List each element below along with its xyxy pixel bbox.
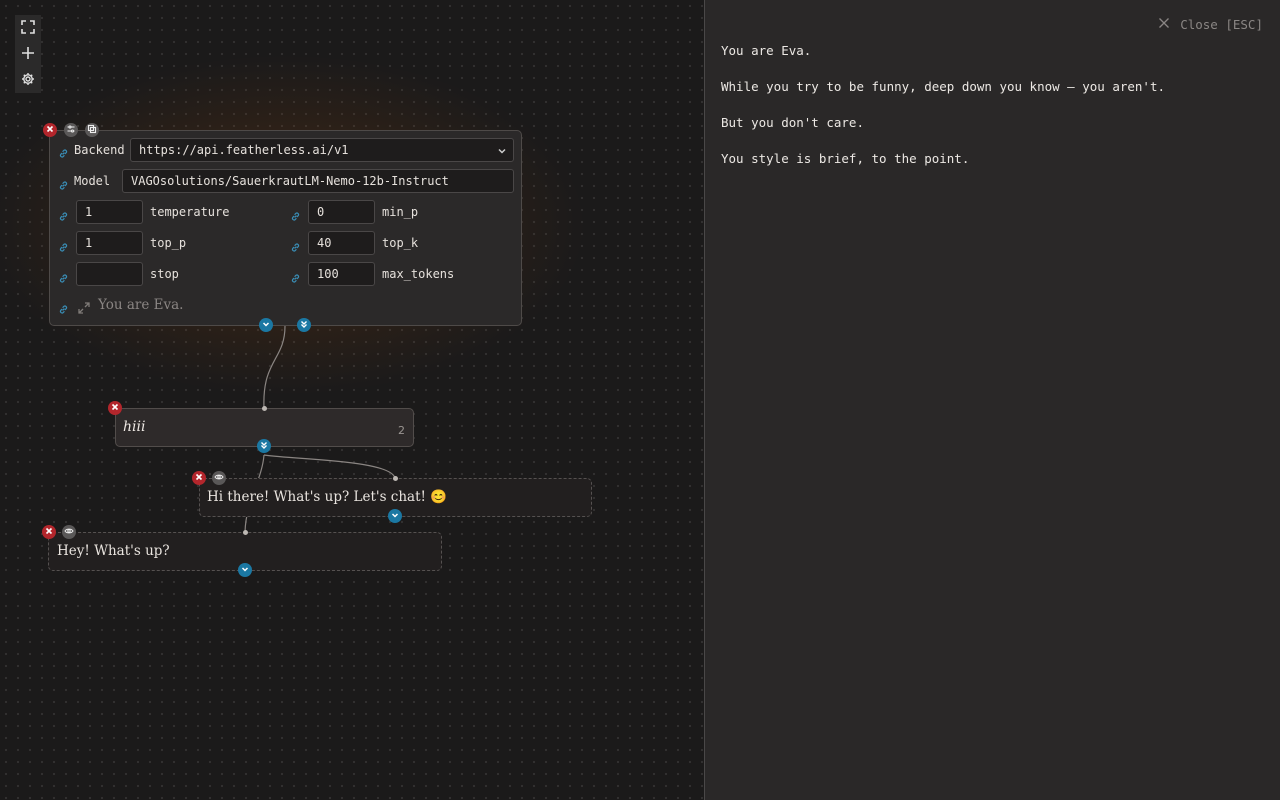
top-k-label: top_k [382,236,419,250]
link-icon[interactable] [58,269,69,283]
temperature-input[interactable]: 1 [76,200,143,224]
delete-node-button[interactable] [108,401,122,415]
backend-select[interactable]: https://api.featherless.ai/v1 [130,138,514,162]
max-tokens-label: max_tokens [382,267,455,281]
min-p-input[interactable]: 0 [308,200,375,224]
chevron-down-icon [261,319,271,332]
user-message-text[interactable]: hiii [123,419,145,435]
generate-one-button[interactable] [259,318,273,332]
max-tokens-value: 100 [317,267,339,281]
eye-icon [64,526,74,539]
close-icon [1158,17,1170,32]
top-p-value: 1 [85,236,93,250]
editor-line: You are Eva. [721,43,812,58]
editor-line: But you don't care. [721,115,864,130]
chevron-down-icon [390,510,400,523]
delete-node-button[interactable] [43,123,57,137]
min-p-label: min_p [382,205,419,219]
double-chevron-down-icon [259,440,269,453]
backend-value: https://api.featherless.ai/v1 [139,143,349,157]
double-chevron-down-icon [299,319,309,332]
reply-text[interactable]: Hey! What's up? [57,543,170,559]
close-icon [194,472,204,485]
delete-node-button[interactable] [42,525,56,539]
backend-label: Backend [74,143,125,157]
toggle-visibility-button[interactable] [212,471,226,485]
close-icon [44,526,54,539]
close-editor-button[interactable]: Close [ESC] [1158,17,1263,32]
top-p-input[interactable]: 1 [76,231,143,255]
graph-canvas[interactable]: Backend https://api.featherless.ai/v1 Mo… [0,0,704,800]
top-k-input[interactable]: 40 [308,231,375,255]
system-prompt-editor[interactable]: You are Eva. While you try to be funny, … [721,42,1261,186]
link-icon[interactable] [290,269,301,283]
input-port[interactable] [262,406,267,411]
max-tokens-input[interactable]: 100 [308,262,375,286]
generate-one-button[interactable] [388,509,402,523]
editor-line: You style is brief, to the point. [721,151,970,166]
plus-icon [21,45,35,64]
toggle-visibility-button[interactable] [62,525,76,539]
delete-node-button[interactable] [192,471,206,485]
temperature-label: temperature [150,205,230,219]
close-editor-label: Close [ESC] [1180,17,1263,32]
fullscreen-button[interactable] [15,15,41,41]
duplicate-node-button[interactable] [85,123,99,137]
top-p-label: top_p [150,236,187,250]
link-icon[interactable] [290,207,301,221]
model-label: Model [74,174,111,188]
stop-input[interactable] [76,262,143,286]
child-count: 2 [398,424,405,437]
eye-icon [214,472,224,485]
generate-many-button[interactable] [257,439,271,453]
chevron-down-icon [240,564,250,577]
edges [244,325,396,533]
stop-label: stop [150,267,179,281]
link-icon[interactable] [58,144,69,158]
add-node-button[interactable] [15,41,41,67]
min-p-value: 0 [317,205,325,219]
model-value: VAGOsolutions/SauerkrautLM-Nemo-12b-Inst… [131,174,449,188]
settings-button[interactable] [15,67,41,93]
node-settings-button[interactable] [64,123,78,137]
editor-line: While you try to be funny, deep down you… [721,79,1166,94]
sliders-icon [66,124,76,137]
copy-icon [87,124,97,137]
close-icon [45,124,55,137]
model-input[interactable]: VAGOsolutions/SauerkrautLM-Nemo-12b-Inst… [122,169,514,193]
temperature-value: 1 [85,205,93,219]
input-port[interactable] [243,530,248,535]
llm-node[interactable]: Backend https://api.featherless.ai/v1 Mo… [49,130,522,326]
fullscreen-icon [21,19,35,38]
top-k-value: 40 [317,236,332,250]
chevron-down-icon [497,145,507,155]
link-icon[interactable] [58,176,69,190]
input-port[interactable] [393,476,398,481]
link-icon[interactable] [58,300,69,314]
generate-one-button[interactable] [238,563,252,577]
link-icon[interactable] [58,238,69,252]
edge-llm-to-user [263,325,286,409]
close-icon [110,402,120,415]
edge-user-to-reply1 [263,454,396,479]
reply-text[interactable]: Hi there! What's up? Let's chat! 😊 [207,489,447,505]
system-prompt-preview[interactable]: You are Eva. [98,297,183,313]
expand-icon[interactable] [78,299,90,314]
gear-icon [21,71,35,90]
generate-many-button[interactable] [297,318,311,332]
link-icon[interactable] [58,207,69,221]
link-icon[interactable] [290,238,301,252]
